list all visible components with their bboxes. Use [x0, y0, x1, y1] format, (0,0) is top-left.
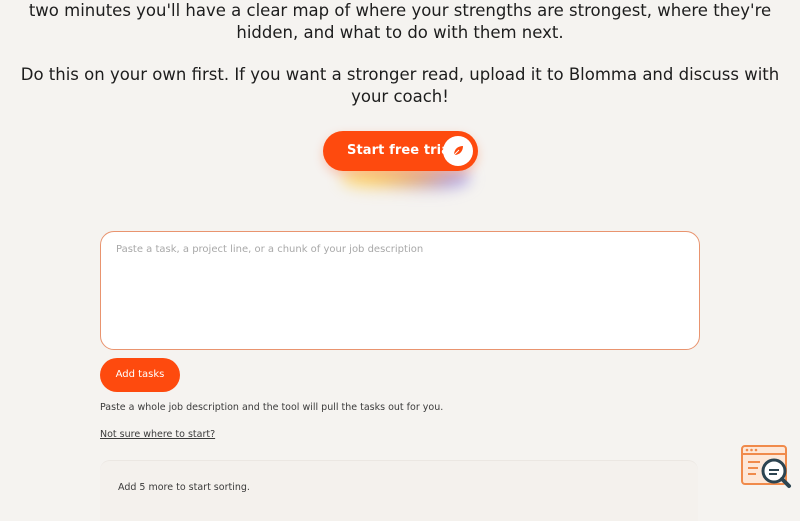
start-free-trial-label: Start free trial — [347, 143, 455, 158]
intro-text-top: two minutes you'll have a clear map of w… — [28, 1, 772, 42]
start-free-trial-button[interactable]: Start free trial — [323, 131, 478, 171]
intro-text-bottom: Do this on your own first. If you want a… — [20, 65, 780, 106]
add-tasks-button[interactable]: Add tasks — [100, 358, 180, 392]
task-input[interactable] — [101, 232, 699, 349]
not-sure-link[interactable]: Not sure where to start? — [100, 429, 215, 440]
task-input-box — [100, 231, 700, 350]
leaf-icon — [443, 136, 473, 166]
status-card: Add 5 more to start sorting. — [100, 460, 698, 521]
status-text: Add 5 more to start sorting. — [118, 482, 250, 493]
cta-area: Start free trial — [323, 131, 478, 195]
search-app-icon[interactable] — [741, 444, 793, 490]
hint-text: Paste a whole job description and the to… — [100, 402, 444, 413]
